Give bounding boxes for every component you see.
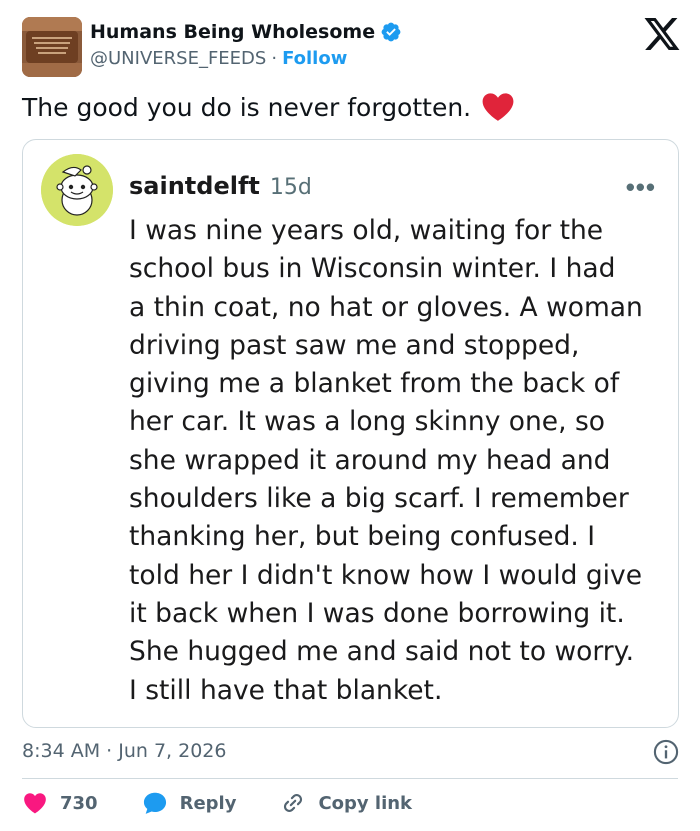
like-button[interactable]: 730 [22, 790, 98, 816]
footer-divider [22, 778, 678, 779]
tweet-text-row: The good you do is never forgotten. [22, 92, 515, 122]
embedded-post-age: 15d [269, 175, 312, 200]
reply-button[interactable]: Reply [142, 790, 237, 816]
reddit-snoo-icon [41, 154, 113, 226]
verified-badge-icon [381, 22, 401, 42]
embedded-post-line: told her I didn't know how I would give [129, 559, 643, 591]
embedded-post-line: I was nine years old, waiting for the [129, 215, 604, 246]
follow-button[interactable]: Follow [282, 48, 347, 69]
embedded-username[interactable]: saintdelft [129, 172, 260, 200]
tweet-text: The good you do is never forgotten. [22, 92, 472, 122]
embedded-post-body: I was nine years old, waiting for the sc… [129, 212, 674, 710]
embedded-post-line: her car. It was a long skinny one, so [129, 406, 605, 438]
reply-label: Reply [179, 792, 237, 814]
author-handle[interactable]: @UNIVERSE_FEEDS [90, 48, 266, 69]
copy-link-button[interactable]: Copy link [280, 790, 412, 816]
author-display-name[interactable]: Humans Being Wholesome [90, 21, 375, 43]
heart-icon [24, 793, 46, 814]
embedded-post-line: She hugged me and said not to worry. [129, 636, 634, 668]
embedded-post-line: she wrapped it around my head and [129, 444, 611, 476]
author-name-row[interactable]: Humans Being Wholesome [90, 21, 402, 43]
embedded-post-line: giving me a blanket from the back of [129, 368, 620, 400]
embedded-post-line: a thin coat, no hat or gloves. A woman [129, 291, 643, 323]
embedded-post-line: driving past saw me and stopped, [129, 329, 580, 361]
embedded-user-row: saintdelft 15d [129, 172, 312, 200]
x-logo-icon[interactable] [644, 18, 680, 50]
action-bar: 730 Reply Copy link [22, 790, 456, 816]
reply-bubble-icon [143, 792, 166, 814]
embedded-post-line: I still have that blanket. [129, 674, 443, 706]
embedded-post-card[interactable]: saintdelft 15d ••• I was nine years old,… [22, 139, 679, 728]
reddit-avatar[interactable] [41, 154, 113, 226]
embedded-post-line: thanking her, but being confused. I [129, 521, 596, 553]
author-avatar[interactable] [22, 17, 82, 77]
copy-link-label: Copy link [318, 792, 413, 814]
wood-plaque-avatar-icon [22, 17, 82, 77]
embedded-post-line: it back when I was done borrowing it. [129, 597, 625, 629]
link-icon [284, 794, 303, 812]
info-icon[interactable] [652, 738, 680, 766]
red-heart-icon [482, 93, 514, 121]
handle-separator: · [271, 48, 278, 69]
like-count: 730 [60, 792, 98, 814]
embedded-post-line: school bus in Wisconsin winter. I had [129, 253, 616, 285]
more-options-icon[interactable]: ••• [626, 172, 656, 203]
author-handle-row: @UNIVERSE_FEEDS · Follow [90, 48, 347, 69]
embedded-post-line: shoulders like a big scarf. I remember [129, 483, 629, 515]
tweet-timestamp[interactable]: 8:34 AM · Jun 7, 2026 [22, 740, 226, 762]
